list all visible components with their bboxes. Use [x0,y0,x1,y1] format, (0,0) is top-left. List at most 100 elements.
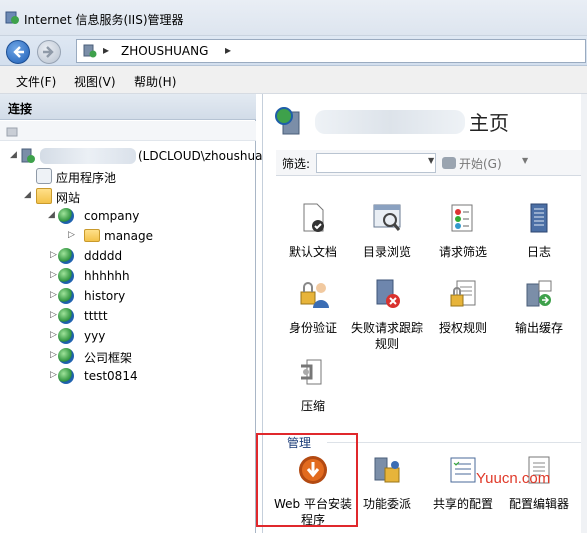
collapse-triangle-icon[interactable]: ◢ [10,150,17,160]
watermark-text: Yuucn.com [476,470,551,487]
tree-site[interactable]: ▷ history [42,286,242,306]
address-bar[interactable]: ▸ ZHOUSHUANG ▸ [76,39,586,63]
tree-label: yyy [84,329,106,343]
request-filtering-icon [447,202,479,234]
feature-feature-delegation[interactable]: 功能委派 [347,454,427,512]
tree-label: ttttt [84,309,108,323]
forward-button[interactable] [37,40,61,64]
expand-triangle-icon[interactable]: ▷ [68,230,75,240]
arrow-left-icon [13,46,24,58]
collapse-triangle-icon[interactable]: ◢ [24,190,31,200]
feature-label: 输出缓存 [514,321,563,335]
authorization-rules-icon [447,278,479,310]
tree-site[interactable]: ▷ ddddd [42,246,242,266]
breadcrumb-server[interactable]: ZHOUSHUANG [121,44,208,58]
compression-icon [297,356,329,388]
iis-app-icon [5,11,19,24]
vertical-scrollbar[interactable] [581,94,587,533]
tree-label: 应用程序池 [56,171,117,185]
tree-sites[interactable]: ◢ 网站 [24,186,246,206]
tree-site[interactable]: ▷ yyy [42,326,242,346]
expand-triangle-icon[interactable]: ▷ [50,290,57,300]
annotation-highlight-box [256,433,358,527]
menu-bar: 文件(F) 视图(V) 帮助(H) [0,66,587,94]
tree-site[interactable]: ▷ 公司框架 [42,346,242,366]
logging-icon [523,202,555,234]
connections-toolbar [0,121,256,141]
globe-icon [58,328,74,344]
feature-label: 压缩 [300,399,325,413]
go-button[interactable]: 开始(G) [442,155,502,172]
failed-request-tracing-icon [371,278,403,310]
feature-label: 失败请求跟踪规则 [350,321,423,351]
tree-label: 网站 [56,191,81,205]
tree-site[interactable]: ▷ hhhhhh [42,266,242,286]
tree-app-pools[interactable]: 应用程序池 [26,166,246,186]
tree-label: company [84,209,140,223]
tree-label: 公司框架 [84,351,133,365]
expand-triangle-icon[interactable]: ▷ [50,370,57,380]
connect-icon[interactable] [6,124,20,138]
menu-file[interactable]: 文件(F) [16,73,56,90]
feature-authentication[interactable]: 身份验证 [273,278,353,336]
redacted-server-name [315,110,465,134]
feature-request-filtering[interactable]: 请求筛选 [423,202,503,260]
tree-server[interactable]: ◢ (LDCLOUD\zhoushua [10,146,262,166]
tree-label: hhhhhh [84,269,130,283]
arrow-right-icon [43,46,54,58]
feature-label: 授权规则 [438,321,487,335]
expand-triangle-icon[interactable]: ▷ [50,270,57,280]
expand-triangle-icon[interactable]: ▷ [50,310,57,320]
tree-site[interactable]: ▷ manage [60,226,250,246]
expand-triangle-icon[interactable]: ▷ [50,250,57,260]
tree-site[interactable]: ▷ ttttt [42,306,242,326]
globe-icon [58,368,74,384]
server-home-icon [275,107,300,135]
binoculars-icon [442,157,456,169]
filter-label: 筛选: [282,157,311,171]
tree-label: ddddd [84,249,123,263]
menu-view[interactable]: 视图(V) [74,73,116,90]
feature-label: 功能委派 [362,497,411,511]
expand-triangle-icon[interactable]: ▷ [50,350,57,360]
globe-icon [58,248,74,264]
globe-icon [58,268,74,284]
globe-icon [58,288,74,304]
directory-browsing-icon [371,202,403,234]
feature-label: 共享的配置 [432,497,493,511]
connections-header: 连接 [0,94,256,120]
feature-default-document[interactable]: 默认文档 [273,202,353,260]
server-label: (LDCLOUD\zhoushua [138,149,263,163]
dropdown-arrow-icon[interactable]: ▼ [522,156,528,165]
feature-directory-browsing[interactable]: 目录浏览 [347,202,427,260]
back-button[interactable] [6,40,30,64]
expand-triangle-icon[interactable]: ▷ [50,330,57,340]
feature-authorization-rules[interactable]: 授权规则 [423,278,503,336]
go-label: 开始(G) [459,157,502,171]
page-title: 主页 [469,111,509,135]
tree-label: history [84,289,126,303]
feature-label: 配置编辑器 [508,497,569,511]
feature-logging[interactable]: 日志 [499,202,579,260]
feature-label: 日志 [526,245,551,259]
filter-input[interactable] [316,153,436,173]
filter-bar: 筛选: ▼ 开始(G) ▼ [276,150,587,176]
tree-label: manage [104,229,154,243]
feature-output-caching[interactable]: 输出缓存 [499,278,579,336]
app-pool-icon [36,168,52,184]
folder-icon [84,229,100,242]
menu-help[interactable]: 帮助(H) [134,73,176,90]
feature-label: 身份验证 [288,321,337,335]
server-icon [21,148,35,163]
tree-site[interactable]: ◢ company [42,206,242,226]
title-bar: Internet 信息服务(IIS)管理器 [0,0,587,36]
globe-icon [58,308,74,324]
dropdown-arrow-icon[interactable]: ▼ [428,156,434,165]
folder-icon [36,188,52,204]
collapse-triangle-icon[interactable]: ◢ [48,210,55,220]
feature-failed-request-tracing[interactable]: 失败请求跟踪规则 [347,278,427,352]
tree-site[interactable]: ▷ test0814 [42,366,242,386]
feature-compression[interactable]: 压缩 [273,356,353,414]
output-caching-icon [523,278,555,310]
breadcrumb-separator[interactable]: ▸ [225,43,231,57]
